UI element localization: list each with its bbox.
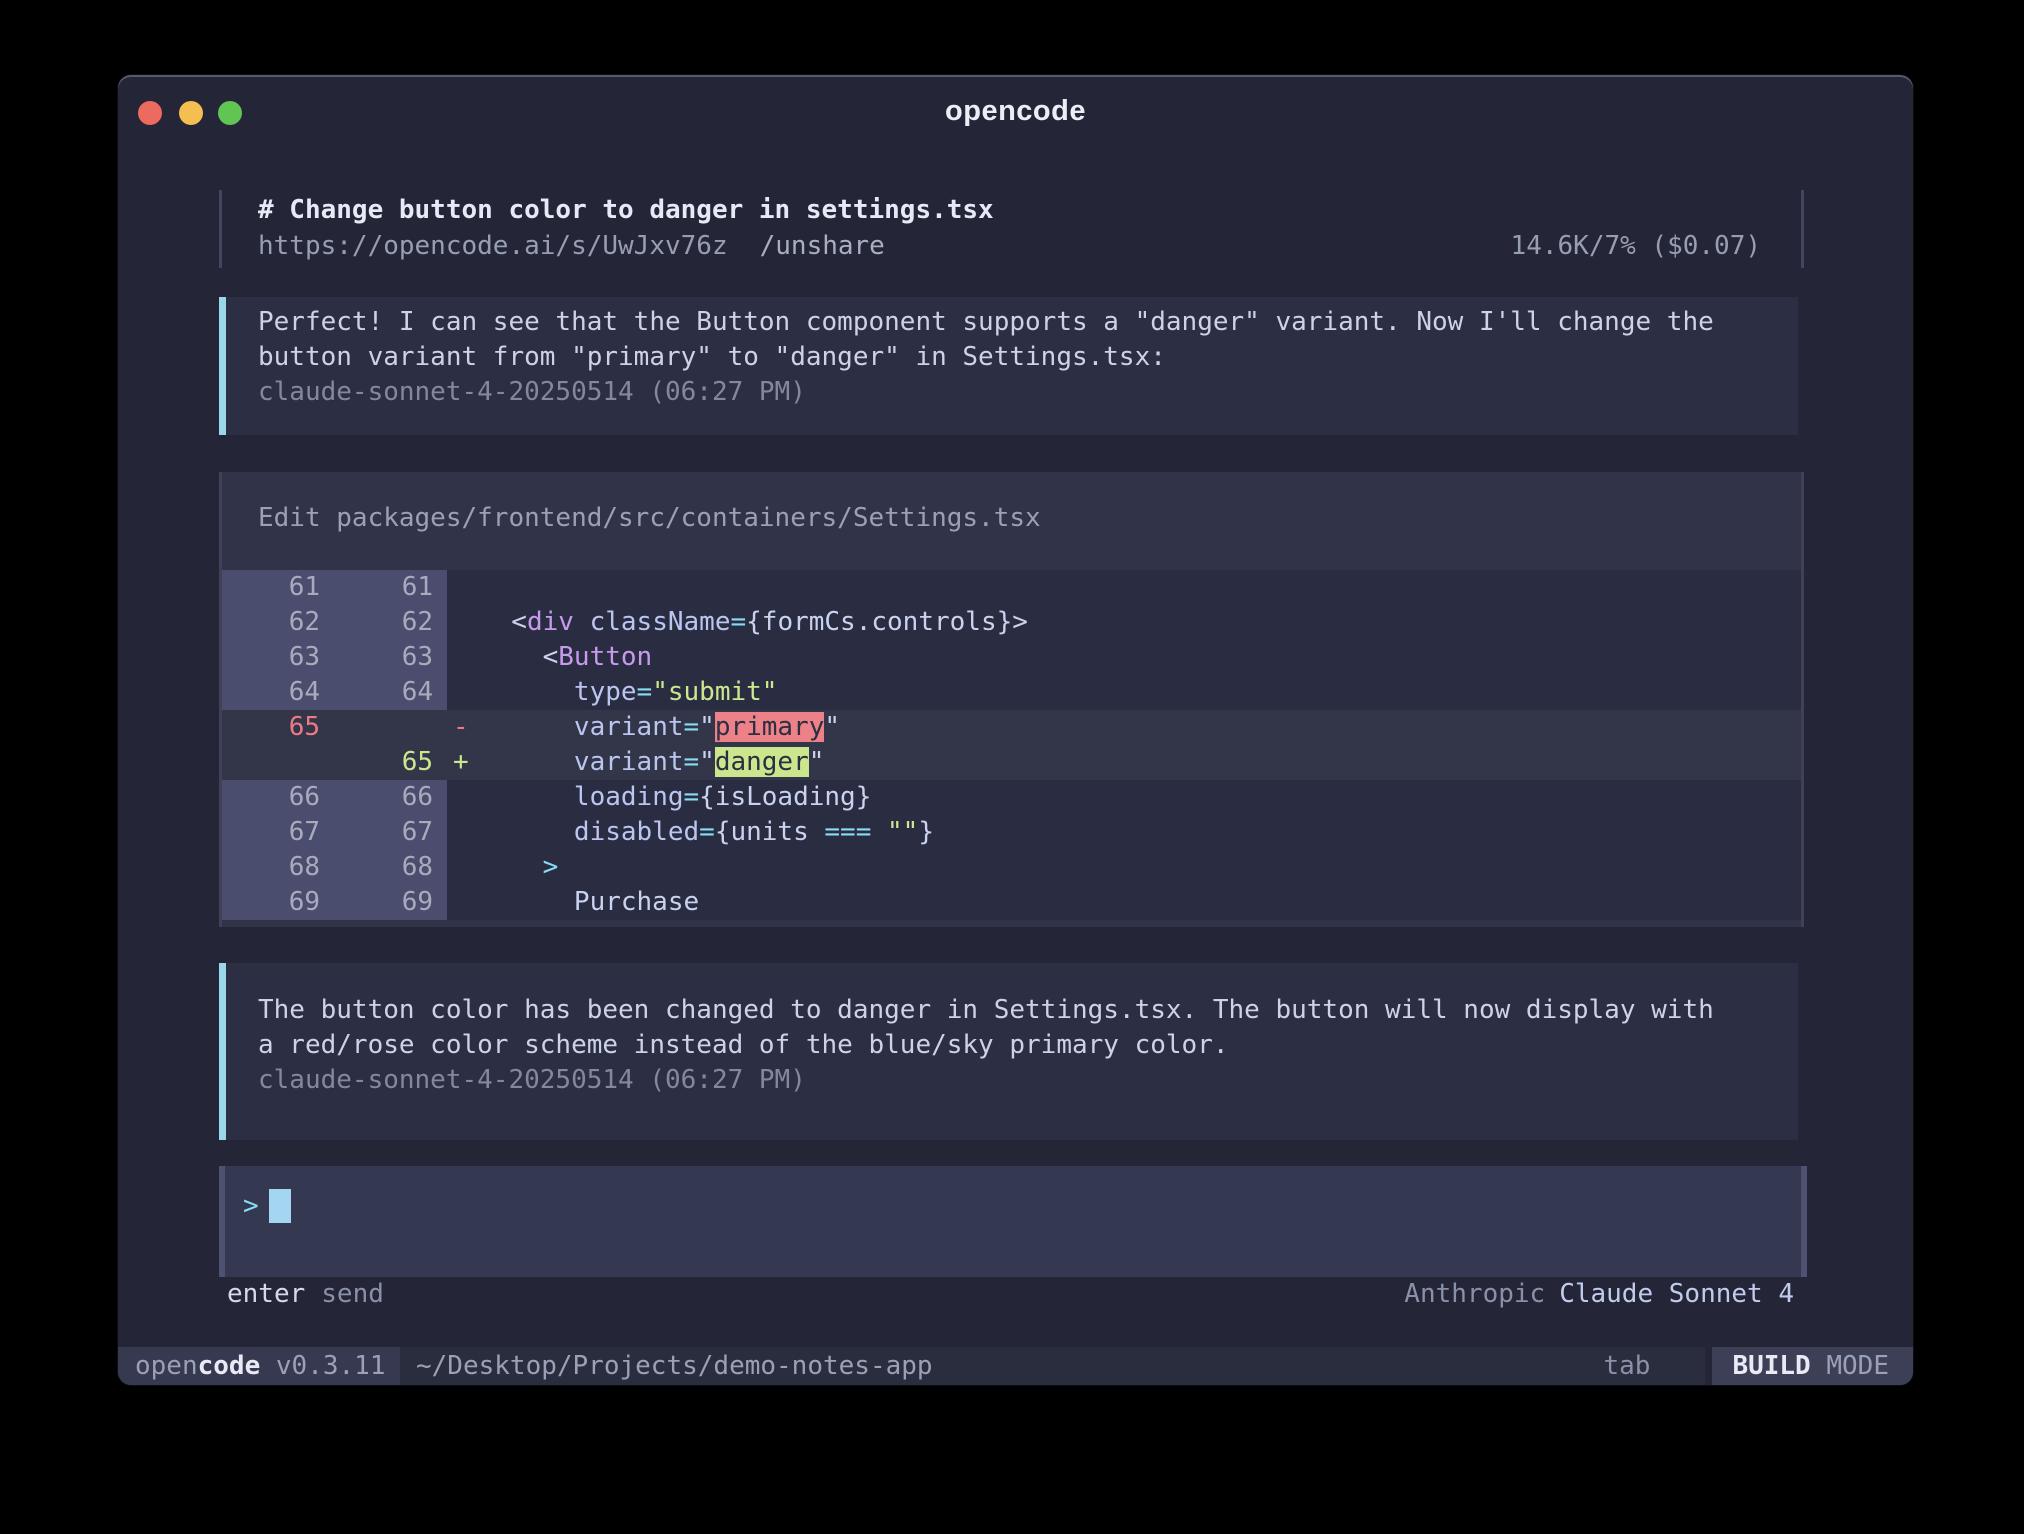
text-cursor (269, 1189, 291, 1223)
new-line-number (334, 710, 447, 745)
code-line: type="submit" (480, 675, 1801, 710)
code-line: Purchase (480, 885, 1801, 920)
input-hints: enter send Anthropic Claude Sonnet 4 (227, 1277, 1794, 1312)
mode-toggle[interactable]: BUILD MODE (1712, 1347, 1913, 1385)
old-line-number (222, 745, 334, 780)
code-line: disabled={units === ""} (480, 815, 1801, 850)
prompt-symbol: > (243, 1191, 259, 1221)
statusbar-divider (1705, 1347, 1712, 1385)
model-timestamp: claude-sonnet-4-20250514 (06:27 PM) (258, 375, 1768, 410)
new-line-number: 62 (334, 605, 447, 640)
edit-tool-title: Edit packages/frontend/src/containers/Se… (222, 500, 1801, 536)
diff-view: 61616262 <div className={formCs.controls… (222, 570, 1801, 920)
old-line-number: 61 (222, 570, 334, 605)
new-line-number: 69 (334, 885, 447, 920)
session-title: # Change button color to danger in setti… (258, 192, 994, 228)
old-line-number: 68 (222, 850, 334, 885)
diff-sign (447, 605, 480, 640)
opencode-window: opencode # Change button color to danger… (118, 75, 1913, 1385)
app-version-segment: opencode v0.3.11 (118, 1347, 400, 1385)
code-line: variant="danger" (480, 745, 1801, 780)
code-line: variant="primary" (480, 710, 1801, 745)
code-line (480, 570, 1801, 605)
assistant-message: Perfect! I can see that the Button compo… (219, 297, 1798, 435)
old-line-number: 63 (222, 640, 334, 675)
diff-sign (447, 640, 480, 675)
tab-key-hint[interactable]: tab (1603, 1347, 1650, 1385)
code-line: <div className={formCs.controls}> (480, 605, 1801, 640)
share-url-link[interactable]: https://opencode.ai/s/UwJxv76z (258, 231, 728, 261)
app-version: v0.3.11 (260, 1351, 385, 1381)
new-line-number: 61 (334, 570, 447, 605)
code-line: loading={isLoading} (480, 780, 1801, 815)
new-line-number: 64 (334, 675, 447, 710)
model-timestamp: claude-sonnet-4-20250514 (06:27 PM) (258, 1063, 1768, 1098)
diff-row: 6969 Purchase (222, 885, 1801, 920)
old-line-number: 65 (222, 710, 334, 745)
diff-row: 65 - variant="primary" (222, 710, 1801, 745)
status-bar: opencode v0.3.11 ~/Desktop/Projects/demo… (118, 1347, 1913, 1385)
session-header: # Change button color to danger in setti… (219, 190, 1804, 268)
send-action-label: send (321, 1279, 384, 1309)
old-line-number: 64 (222, 675, 334, 710)
assistant-message: The button color has been changed to dan… (219, 963, 1798, 1140)
old-line-number: 62 (222, 605, 334, 640)
diff-row: 6464 type="submit" (222, 675, 1801, 710)
diff-row: 6767 disabled={units === ""} (222, 815, 1801, 850)
new-line-number: 63 (334, 640, 447, 675)
prompt-input[interactable]: > (219, 1166, 1807, 1277)
diff-row: 6666 loading={isLoading} (222, 780, 1801, 815)
mode-name: BUILD (1732, 1351, 1810, 1381)
old-line-number: 69 (222, 885, 334, 920)
code-line: <Button (480, 640, 1801, 675)
diff-row: 6262 <div className={formCs.controls}> (222, 605, 1801, 640)
new-line-number: 67 (334, 815, 447, 850)
message-text: button variant from "primary" to "danger… (258, 340, 1768, 375)
enter-key-hint: enter (227, 1279, 305, 1309)
new-line-number: 65 (334, 745, 447, 780)
diff-sign (447, 850, 480, 885)
diff-sign (447, 675, 480, 710)
diff-sign (447, 885, 480, 920)
new-line-number: 66 (334, 780, 447, 815)
diff-row: 6868 > (222, 850, 1801, 885)
diff-row: 65+ variant="danger" (222, 745, 1801, 780)
unshare-command[interactable]: /unshare (760, 231, 885, 261)
token-usage-cost: 14.6K/7% ($0.07) (1511, 228, 1761, 264)
message-text: The button color has been changed to dan… (258, 993, 1768, 1028)
working-directory: ~/Desktop/Projects/demo-notes-app (416, 1347, 933, 1385)
diff-sign: - (447, 710, 480, 745)
diff-sign (447, 780, 480, 815)
titlebar: opencode (118, 75, 1913, 151)
model-label: Claude Sonnet 4 (1559, 1279, 1794, 1309)
new-line-number: 68 (334, 850, 447, 885)
app-name-code: code (198, 1351, 261, 1381)
old-line-number: 67 (222, 815, 334, 850)
diff-sign (447, 815, 480, 850)
app-name-open: open (135, 1351, 198, 1381)
diff-sign: + (447, 745, 480, 780)
code-line: > (480, 850, 1801, 885)
message-text: a red/rose color scheme instead of the b… (258, 1028, 1768, 1063)
old-line-number: 66 (222, 780, 334, 815)
provider-label: Anthropic (1404, 1279, 1545, 1309)
edit-tool-card: Edit packages/frontend/src/containers/Se… (219, 472, 1804, 927)
mode-suffix: MODE (1811, 1351, 1889, 1381)
diff-sign (447, 570, 480, 605)
message-text: Perfect! I can see that the Button compo… (258, 305, 1768, 340)
window-title: opencode (118, 95, 1913, 128)
diff-row: 6161 (222, 570, 1801, 605)
diff-row: 6363 <Button (222, 640, 1801, 675)
